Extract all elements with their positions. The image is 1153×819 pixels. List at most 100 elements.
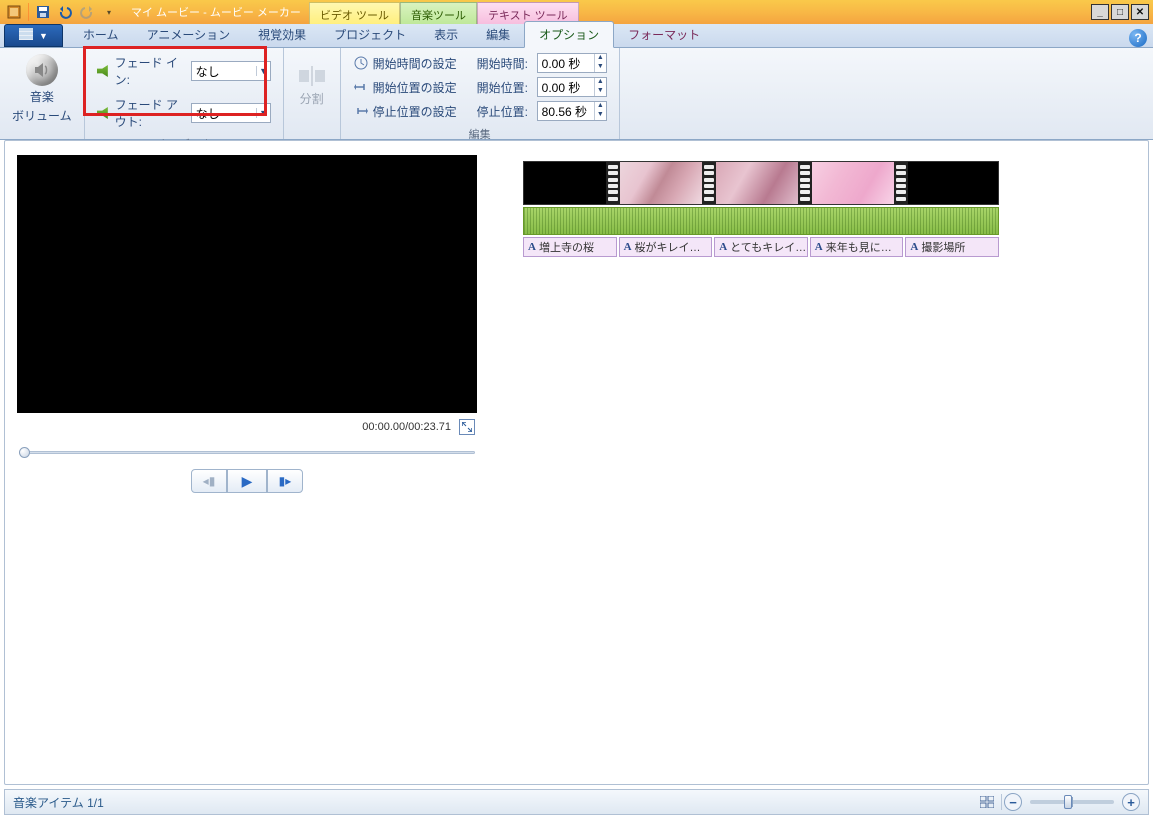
spin-down-icon[interactable]: ▼: [595, 63, 606, 72]
zoom-in-button[interactable]: +: [1122, 793, 1140, 811]
group-label-empty2: [284, 123, 340, 139]
tab-animation[interactable]: アニメーション: [133, 22, 245, 47]
app-icon[interactable]: [4, 2, 24, 22]
spin-up-icon[interactable]: ▲: [595, 54, 606, 63]
zoom-out-button[interactable]: −: [1004, 793, 1022, 811]
film-sprocket: [702, 162, 716, 204]
group-label-empty: [0, 130, 84, 139]
stop-pos-input[interactable]: [538, 102, 595, 120]
tab-view[interactable]: 表示: [420, 22, 472, 47]
set-start-time-button[interactable]: 開始時間の設定: [353, 52, 465, 74]
save-icon[interactable]: [33, 2, 53, 22]
start-time-spinner[interactable]: ▲▼: [537, 53, 607, 73]
prev-frame-button[interactable]: ◂▮: [191, 469, 227, 493]
clip-thumb-1[interactable]: [620, 162, 702, 204]
help-button[interactable]: ?: [1129, 29, 1147, 47]
start-pos-spinner[interactable]: ▲▼: [537, 77, 607, 97]
set-start-time-label: 開始時間の設定: [373, 55, 465, 72]
start-pos-label: 開始位置:: [477, 79, 533, 96]
seek-thumb[interactable]: [19, 447, 30, 458]
clip-thumb-3[interactable]: [812, 162, 894, 204]
fade-block: フェード イン: ▼ フェード アウト: ▼: [91, 50, 277, 134]
status-bar: 音楽アイテム 1/1 − +: [4, 789, 1149, 815]
window-title: マイ ムービー - ムービー メーカー: [123, 0, 309, 24]
undo-icon[interactable]: [55, 2, 75, 22]
view-thumbnails-button[interactable]: [977, 793, 997, 811]
stop-pos-spinner[interactable]: ▲▼: [537, 101, 607, 121]
clip-black-2[interactable]: [908, 162, 998, 204]
context-tab-video[interactable]: ビデオ ツール: [309, 2, 400, 24]
group-volume: 音楽 ボリューム: [0, 48, 85, 139]
text-clip-3[interactable]: A来年も見に…: [810, 237, 904, 257]
split-button: 分割: [290, 60, 334, 111]
tab-visual[interactable]: 視覚効果: [244, 22, 320, 47]
clip-thumb-2[interactable]: [716, 162, 798, 204]
window-controls: _ □ ✕: [1087, 0, 1153, 24]
video-track[interactable]: [523, 161, 999, 205]
fade-in-value[interactable]: [192, 64, 257, 78]
film-sprocket: [798, 162, 812, 204]
start-marker-icon: [353, 79, 369, 95]
spin-down-icon[interactable]: ▼: [595, 111, 606, 120]
context-tab-music[interactable]: 音楽ツール: [400, 2, 477, 24]
separator: [1001, 794, 1002, 810]
music-volume-label-2: ボリューム: [12, 107, 72, 124]
text-clip-0[interactable]: A増上寺の桜: [523, 237, 617, 257]
fade-out-combo[interactable]: ▼: [191, 103, 271, 123]
chevron-down-icon: ▼: [39, 31, 48, 41]
fade-in-row: フェード イン: ▼: [97, 54, 271, 88]
tab-format[interactable]: フォーマット: [614, 22, 714, 47]
seek-bar[interactable]: [19, 445, 475, 459]
tab-project[interactable]: プロジェクト: [320, 22, 420, 47]
seek-track: [19, 451, 475, 454]
set-start-pos-label: 開始位置の設定: [373, 79, 465, 96]
tab-home[interactable]: ホーム: [69, 22, 133, 47]
spin-up-icon[interactable]: ▲: [595, 102, 606, 111]
text-clip-1[interactable]: A桜がキレイ…: [619, 237, 713, 257]
fade-in-combo[interactable]: ▼: [191, 61, 271, 81]
split-label: 分割: [300, 90, 324, 107]
stop-marker-icon: [353, 103, 369, 119]
file-menu-button[interactable]: ▼: [4, 24, 63, 47]
set-stop-pos-button[interactable]: 停止位置の設定: [353, 100, 465, 122]
edit-set-col: 開始時間の設定 開始位置の設定 停止位置の設定: [347, 50, 471, 124]
time-row: 00:00.00/00:23.71: [17, 413, 477, 439]
time-text: 00:00.00/00:23.71: [362, 421, 451, 433]
set-stop-pos-label: 停止位置の設定: [373, 103, 465, 120]
text-track: A増上寺の桜 A桜がキレイ… Aとてもキレイ… A来年も見に… A撮影場所: [523, 237, 999, 257]
chevron-down-icon[interactable]: ▼: [256, 66, 269, 76]
preview-pane: 00:00.00/00:23.71 ◂▮ ▶ ▮▸: [5, 141, 495, 784]
film-sprocket: [894, 162, 908, 204]
spacer: [579, 0, 1087, 24]
group-split: 分割: [284, 48, 341, 139]
start-time-input[interactable]: [538, 54, 595, 72]
clip-black[interactable]: [524, 162, 606, 204]
zoom-slider[interactable]: [1030, 800, 1114, 804]
zoom-thumb[interactable]: [1064, 795, 1072, 809]
maximize-button[interactable]: □: [1111, 4, 1129, 20]
spin-down-icon[interactable]: ▼: [595, 87, 606, 96]
tab-edit[interactable]: 編集: [472, 22, 524, 47]
status-text: 音楽アイテム 1/1: [13, 794, 104, 811]
fade-out-value[interactable]: [192, 106, 257, 120]
text-clip-4[interactable]: A撮影場所: [905, 237, 999, 257]
music-volume-button[interactable]: 音楽 ボリューム: [6, 50, 78, 128]
edit-value-col: 開始時間: ▲▼ 開始位置: ▲▼ 停止位置:: [471, 50, 613, 124]
qat-customize-icon[interactable]: ▾: [99, 2, 119, 22]
play-button[interactable]: ▶: [227, 469, 267, 493]
next-frame-button[interactable]: ▮▸: [267, 469, 303, 493]
audio-track[interactable]: [523, 207, 999, 235]
close-button[interactable]: ✕: [1131, 4, 1149, 20]
minimize-button[interactable]: _: [1091, 4, 1109, 20]
chevron-down-icon[interactable]: ▼: [256, 108, 269, 118]
start-pos-input[interactable]: [538, 78, 595, 96]
fade-in-label: フェード イン:: [115, 54, 187, 88]
fullscreen-button[interactable]: [459, 419, 475, 435]
preview-video[interactable]: [17, 155, 477, 413]
spin-up-icon[interactable]: ▲: [595, 78, 606, 87]
set-start-pos-button[interactable]: 開始位置の設定: [353, 76, 465, 98]
tab-option[interactable]: オプション: [524, 21, 614, 48]
text-clip-2[interactable]: Aとてもキレイ…: [714, 237, 808, 257]
redo-icon[interactable]: [77, 2, 97, 22]
film-sprocket: [606, 162, 620, 204]
